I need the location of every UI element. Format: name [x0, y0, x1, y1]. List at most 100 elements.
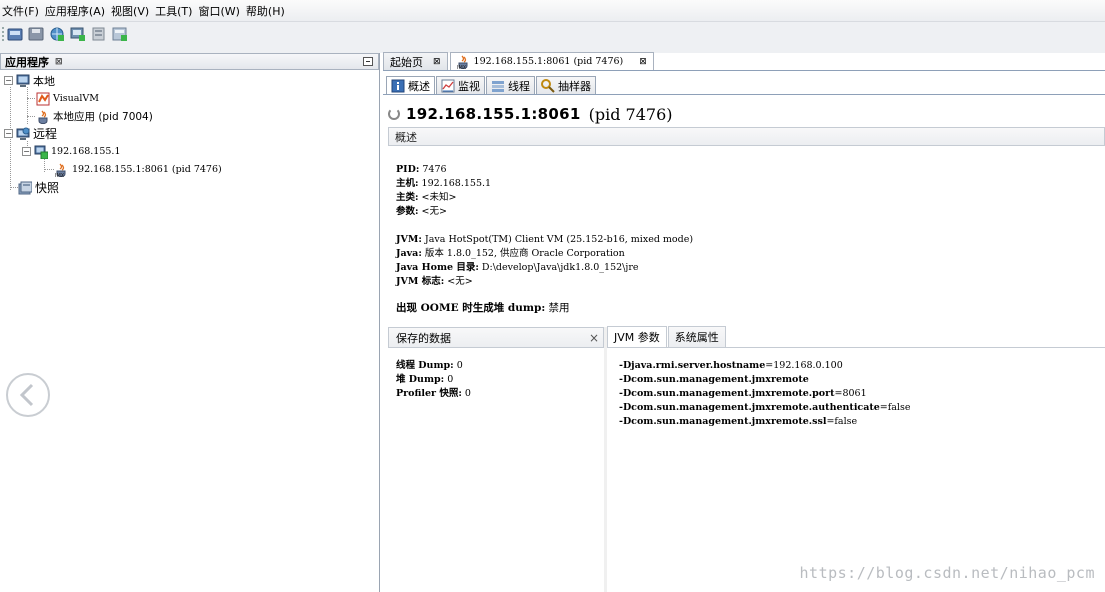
tree-node-snapshots[interactable]: 快照 [18, 179, 59, 196]
jmx-app-icon: JMX [456, 55, 471, 71]
remote-hosts-icon [16, 127, 30, 141]
args-value: <无> [421, 206, 447, 217]
jvm-arg-row: -Dcom.sun.management.jmxremote [619, 373, 910, 387]
tree-node-remote-label: 远程 [33, 127, 58, 141]
application-view: 起始页 ⊠ JMX 192.168.155.1:8061 (pid 7476) … [383, 52, 1105, 592]
load-application-icon[interactable] [7, 26, 23, 42]
jvm-arg-key: -Dcom.sun.management.jmxremote [619, 374, 809, 385]
tree-node-remote-app[interactable]: JMX 192.168.155.1:8061 (pid 7476) [54, 161, 222, 179]
oome-value: 禁用 [548, 302, 570, 314]
heap-dump-value: 0 [447, 374, 454, 385]
applications-tabbar: 应用程序 ⊠ [0, 53, 379, 70]
toolbar [0, 22, 1105, 45]
jvm-arg-key: -Dcom.sun.management.jmxremote.authentic… [619, 402, 880, 413]
add-snapshot-icon[interactable] [91, 26, 107, 42]
tree-node-local-app-label: 本地应用 (pid 7004) [53, 111, 153, 123]
close-icon[interactable]: ⊠ [55, 57, 63, 67]
view-tabbar: 概述 监视 线程 抽样器 [386, 75, 597, 95]
tab-monitor[interactable]: 监视 [436, 76, 485, 95]
java-home-value: D:\develop\Java\jdk1.8.0_152\jre [481, 262, 639, 273]
jmx-app-icon: JMX [54, 163, 69, 179]
oome-info: 出现 OOME 时生成堆 dump: 禁用 [396, 301, 570, 315]
tab-start-page[interactable]: 起始页 ⊠ [383, 52, 448, 70]
tab-jvm-args-label: JVM 参数 [614, 331, 660, 344]
tree-guide-line [10, 187, 18, 188]
pid-label: PID: [396, 164, 420, 175]
jvm-args-list: -Djava.rmi.server.hostname=192.168.0.100… [619, 359, 910, 429]
menu-tools[interactable]: 工具(T) [153, 3, 196, 19]
jvm-arg-row: -Dcom.sun.management.jmxremote.ssl=false [619, 415, 910, 429]
tab-overview[interactable]: 概述 [386, 76, 435, 95]
overview-section-header[interactable]: 概述 [388, 127, 1105, 146]
args-label: 参数: [396, 206, 419, 217]
menu-view[interactable]: 视图(V) [109, 3, 153, 19]
saved-data-title: 保存的数据 [396, 331, 451, 345]
add-jmx-connection-icon[interactable] [70, 26, 86, 42]
profiler-snapshot-value: 0 [464, 388, 471, 399]
jvm-arg-key: -Djava.rmi.server.hostname [619, 360, 766, 371]
saved-data-list: 线程 Dump: 0 堆 Dump: 0 Profiler 快照: 0 [396, 359, 471, 401]
back-arrow-icon[interactable] [6, 373, 50, 417]
save-icon[interactable] [28, 26, 44, 42]
main-class-label: 主类: [396, 192, 419, 203]
overview-section-title: 概述 [395, 130, 417, 144]
collapse-icon[interactable]: − [4, 129, 13, 138]
tab-threads[interactable]: 线程 [486, 76, 535, 95]
add-coredump-icon[interactable] [112, 26, 128, 42]
tree-node-snapshots-label: 快照 [35, 181, 60, 195]
tab-overview-label: 概述 [408, 80, 430, 93]
tab-applications-label: 应用程序 [5, 55, 49, 69]
jvm-flags-label: JVM 标志: [396, 276, 445, 287]
split-pane-divider[interactable] [604, 327, 607, 592]
close-icon[interactable]: ⊠ [639, 57, 647, 67]
watermark: https://blog.csdn.net/nihao_pcm [799, 564, 1095, 582]
add-remote-host-icon[interactable] [49, 26, 65, 42]
toolbar-grip[interactable] [2, 26, 4, 41]
main-class-value: <未知> [421, 192, 457, 203]
jvm-arg-value: =false [826, 416, 858, 427]
tab-sampler-label: 抽样器 [558, 80, 591, 93]
tree-node-remote-host[interactable]: − 192.168.155.1 [22, 143, 121, 160]
close-icon[interactable]: × [589, 331, 599, 345]
java-app-icon [36, 110, 50, 124]
minimize-button[interactable] [363, 57, 373, 66]
applications-panel: 应用程序 ⊠ − 本地 VisualVM 本地应用 (pid 7004) − 远… [0, 53, 380, 592]
tree-node-visualvm[interactable]: VisualVM [36, 90, 99, 107]
collapse-icon[interactable]: − [4, 76, 13, 85]
menu-help[interactable]: 帮助(H) [244, 3, 289, 19]
threads-icon [491, 79, 505, 93]
tree-node-remote[interactable]: − 远程 [4, 125, 57, 142]
saved-data-header: 保存的数据 × [388, 327, 604, 348]
jvm-arg-value: =192.168.0.100 [765, 360, 843, 371]
menu-bar: 文件(F) 应用程序(A) 视图(V) 工具(T) 窗口(W) 帮助(H) [0, 0, 1105, 22]
details-tabbar: JVM 参数 系统属性 [607, 326, 1105, 348]
jvm-arg-row: -Djava.rmi.server.hostname=192.168.0.100 [619, 359, 910, 373]
tab-start-page-label: 起始页 [390, 55, 423, 69]
java-home-label: Java Home 目录: [396, 262, 479, 273]
menu-window[interactable]: 窗口(W) [196, 3, 243, 19]
oome-label: 出现 OOME 时生成堆 dump: [396, 302, 546, 314]
tab-applications[interactable]: 应用程序 ⊠ [1, 54, 67, 70]
jvm-arg-row: -Dcom.sun.management.jmxremote.authentic… [619, 401, 910, 415]
tab-remote-app-label: 192.168.155.1:8061 (pid 7476) [473, 56, 624, 67]
tab-jvm-args[interactable]: JVM 参数 [607, 326, 667, 347]
menu-applications[interactable]: 应用程序(A) [43, 3, 109, 19]
tree-node-local-app[interactable]: 本地应用 (pid 7004) [36, 108, 153, 125]
tab-monitor-label: 监视 [458, 80, 480, 93]
menu-file[interactable]: 文件(F) [0, 3, 43, 19]
jvm-arg-value: =8061 [834, 388, 867, 399]
visualvm-icon [36, 92, 50, 106]
jvm-flags-value: <无> [447, 276, 473, 287]
heap-dump-label: 堆 Dump: [396, 374, 445, 385]
tree-node-local[interactable]: − 本地 [4, 72, 55, 89]
close-icon[interactable]: ⊠ [433, 57, 441, 67]
collapse-icon[interactable]: − [22, 147, 31, 156]
tab-sampler[interactable]: 抽样器 [536, 76, 596, 95]
tab-remote-app[interactable]: JMX 192.168.155.1:8061 (pid 7476) ⊠ [449, 52, 654, 71]
tab-system-properties[interactable]: 系统属性 [667, 326, 726, 347]
jvm-info: JVM: Java HotSpot(TM) Client VM (25.152-… [396, 233, 693, 289]
document-tabbar: 起始页 ⊠ JMX 192.168.155.1:8061 (pid 7476) … [383, 52, 1105, 71]
thread-dump-label: 线程 Dump: [396, 360, 454, 371]
jvm-value: Java HotSpot(TM) Client VM (25.152-b16, … [424, 234, 694, 245]
jvm-label: JVM: [396, 234, 422, 245]
